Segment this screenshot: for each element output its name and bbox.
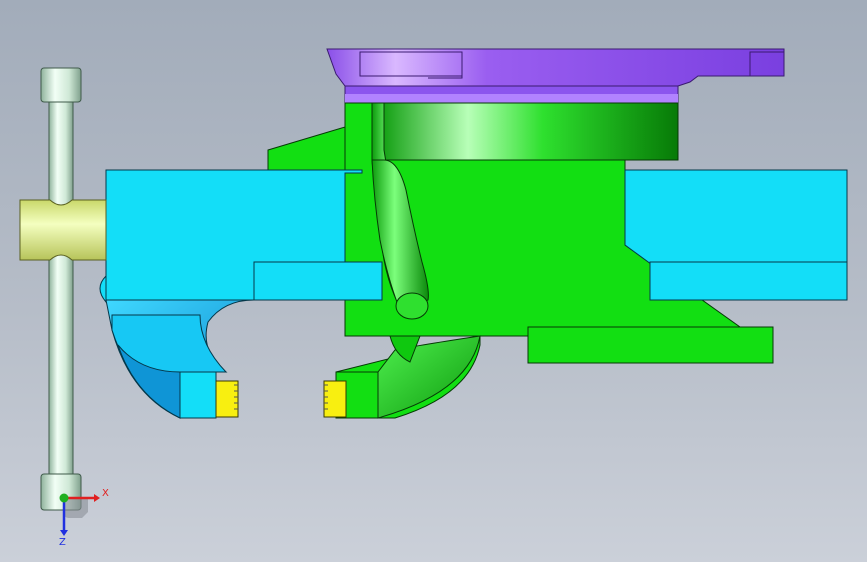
cad-viewport[interactable]: X Z (0, 0, 867, 562)
jaw-pad-right[interactable] (323, 380, 347, 418)
screw-hub[interactable] (19, 199, 107, 261)
x-axis-label: X (102, 488, 109, 499)
jaw-pad-left[interactable] (215, 380, 239, 418)
base-plate[interactable] (326, 48, 785, 104)
coordinate-triad: X Z (59, 488, 109, 548)
vise-model[interactable]: X Z (0, 0, 867, 562)
z-axis-label: Z (59, 537, 66, 548)
handle-bar[interactable] (40, 67, 82, 511)
